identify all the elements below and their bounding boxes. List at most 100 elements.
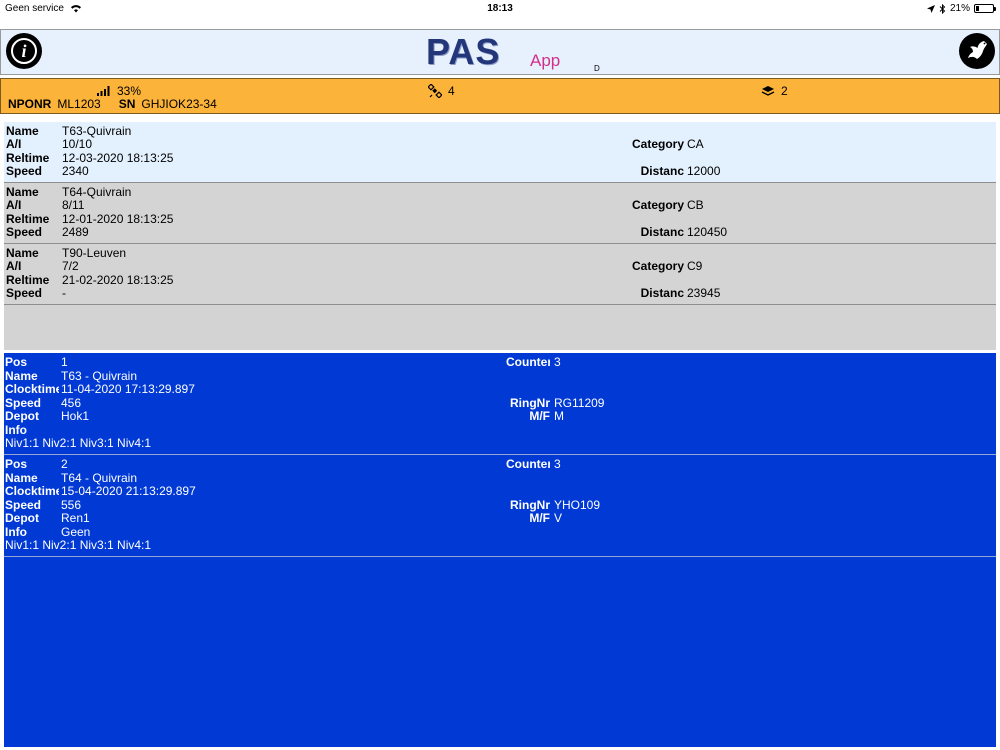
status-bar: Geen service 18:13 21% <box>0 0 1000 18</box>
pigeon-button[interactable] <box>959 33 995 69</box>
result-levels: Niv1:1 Niv2:1 Niv3:1 Niv4:1 <box>5 538 152 552</box>
field-label: A/I <box>6 259 22 273</box>
race-item[interactable]: Name T63-Quivrain A/I 10/10 Reltime 12-03-2… <box>4 122 996 183</box>
nponr-value: ML1203 <box>57 97 101 111</box>
race-reltime: 12-03-2020 18:13:25 <box>62 151 174 165</box>
field-label: Category <box>631 137 684 151</box>
result-speed: 456 <box>61 396 82 410</box>
result-ringnr: YHO109 <box>554 498 601 512</box>
satellite-icon <box>428 84 442 98</box>
race-distance: 12000 <box>687 164 721 178</box>
battery-level <box>976 6 979 11</box>
sn-value: GHJIOK23-34 <box>141 97 217 111</box>
race-list: Name T63-Quivrain A/I 10/10 Reltime 12-03-2… <box>4 122 996 350</box>
header-marker: D <box>594 64 600 73</box>
stack-count: 2 <box>781 84 788 98</box>
result-pos: 2 <box>61 457 68 471</box>
field-label: Distanc <box>640 225 684 239</box>
field-label: A/I <box>6 137 22 151</box>
result-pos: 1 <box>61 355 68 369</box>
result-item[interactable]: Pos 1 Name T63 - Quivrain Clocktime 11-0… <box>4 353 996 455</box>
result-clocktime: 15-04-2020 21:13:29.897 <box>61 484 196 498</box>
field-label: Info <box>5 423 27 437</box>
result-sex: V <box>554 511 563 525</box>
race-speed: 2340 <box>62 164 89 178</box>
field-label: Info <box>5 525 27 539</box>
satellite-status: 4 <box>428 84 455 98</box>
race-item[interactable]: Name T64-Quivrain A/I 8/11 Reltime 12-01-20… <box>4 183 996 244</box>
field-label: Reltime <box>6 273 50 287</box>
logo-text: PAS <box>426 31 501 72</box>
result-info: Geen <box>61 525 91 539</box>
race-category: C9 <box>687 259 703 273</box>
system-status: 21% <box>926 3 996 14</box>
race-ai: 8/11 <box>62 198 85 212</box>
nponr-label: NPONR <box>8 97 52 111</box>
field-label: Pos <box>5 355 28 369</box>
stack-icon <box>761 86 775 96</box>
result-name: T64 - Quivrain <box>61 471 138 485</box>
sn-label: SN <box>118 97 136 111</box>
race-speed: - <box>62 286 66 300</box>
satellite-count: 4 <box>448 84 455 98</box>
location-icon <box>926 4 935 13</box>
signal-icon <box>97 86 110 96</box>
race-name: T90-Leuven <box>62 246 127 260</box>
signal-status: 33% <box>97 84 141 98</box>
field-label: RingNr <box>510 396 550 410</box>
clock: 18:13 <box>487 3 513 14</box>
info-button[interactable]: i <box>6 33 42 69</box>
field-label: Speed <box>6 286 43 300</box>
result-list: Pos 1 Name T63 - Quivrain Clocktime 11-0… <box>4 353 996 747</box>
field-label: Category <box>631 259 684 273</box>
field-label: RingNr <box>510 498 550 512</box>
race-reltime: 21-02-2020 18:13:25 <box>62 273 174 287</box>
race-distance: 120450 <box>687 225 728 239</box>
field-label: A/I <box>6 198 22 212</box>
field-label: Depot <box>5 511 39 525</box>
field-label: Speed <box>5 396 42 410</box>
field-label: Clocktime <box>5 484 59 498</box>
field-label: Distanc <box>640 164 684 178</box>
logo-subtext: App <box>530 51 561 70</box>
device-info-bar: 33% 4 2 NPONR ML1203 SN GHJIOK23-34 <box>0 78 1000 114</box>
race-ai: 7/2 <box>62 259 79 273</box>
race-speed: 2489 <box>62 225 89 239</box>
race-reltime: 12-01-2020 18:13:25 <box>62 212 174 226</box>
field-label: Speed <box>6 164 43 178</box>
race-distance: 23945 <box>687 286 721 300</box>
race-item[interactable]: Name T90-Leuven A/I 7/2 Reltime 21-02-2020 … <box>4 244 996 305</box>
result-depot: Hok1 <box>61 409 90 423</box>
signal-value: 33% <box>117 84 142 98</box>
result-depot: Ren1 <box>61 511 90 525</box>
result-counter: 3 <box>554 355 561 369</box>
field-label: Depot <box>5 409 39 423</box>
field-label: Name <box>6 246 39 260</box>
pigeon-icon <box>968 41 987 59</box>
field-label: Pos <box>5 457 28 471</box>
field-label: Reltime <box>6 151 50 165</box>
info-icon: i <box>11 38 37 64</box>
race-ai: 10/10 <box>62 137 93 151</box>
field-label: Speed <box>5 498 42 512</box>
race-category: CA <box>687 137 704 151</box>
field-label: Distanc <box>640 286 684 300</box>
result-levels: Niv1:1 Niv2:1 Niv3:1 Niv4:1 <box>5 436 152 450</box>
race-category: CB <box>687 198 704 212</box>
result-ringnr: RG11209 <box>554 396 605 410</box>
field-label: Name <box>6 185 39 199</box>
race-name: T63-Quivrain <box>62 124 132 138</box>
field-label: M/F <box>529 409 550 423</box>
result-clocktime: 11-04-2020 17:13:29.897 <box>61 382 195 396</box>
app-header: i PAS App D <box>0 29 1000 75</box>
field-label: Name <box>5 369 38 383</box>
stack-status: 2 <box>761 84 788 98</box>
result-counter: 3 <box>554 457 561 471</box>
battery-icon <box>974 4 996 13</box>
field-label: Name <box>5 471 38 485</box>
result-item[interactable]: Pos 2 Name T64 - Quivrain Clocktime 15-0… <box>4 455 996 557</box>
app-logo: PAS App <box>426 31 560 72</box>
race-name: T64-Quivrain <box>62 185 132 199</box>
field-label: Reltime <box>6 212 50 226</box>
field-label: M/F <box>529 511 550 525</box>
